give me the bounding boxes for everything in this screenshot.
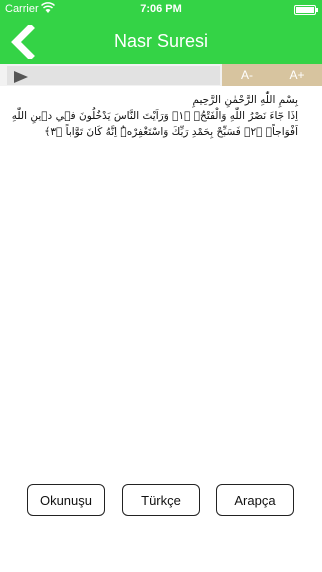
- page-title: Nasr Suresi: [113, 31, 209, 51]
- play-icon[interactable]: [14, 71, 28, 83]
- okunusu-button[interactable]: Okunuşu: [27, 484, 105, 516]
- audio-progress-bar[interactable]: [7, 66, 220, 85]
- font-decrease-button[interactable]: A-: [222, 64, 272, 86]
- navigation-bar: Nasr Suresi: [0, 20, 322, 64]
- arapca-button[interactable]: Arapça: [216, 484, 294, 516]
- arabic-text: بِسْمِ اللّٰهِ الرَّحْمٰنِ الرَّحِيمِ اِ…: [6, 92, 298, 140]
- battery-icon: [294, 5, 318, 15]
- battery-level: [296, 7, 314, 13]
- font-increase-button[interactable]: A+: [272, 64, 322, 86]
- basmala-line: بِسْمِ اللّٰهِ الرَّحْمٰنِ الرَّحِيمِ: [192, 94, 298, 106]
- turkce-button[interactable]: Türkçe: [122, 484, 200, 516]
- surah-text: اِذَا جَٓاءَ نَصْرُ اللّٰهِ وَالْفَتْحُۙ…: [11, 110, 298, 138]
- status-time: 7:06 PM: [140, 3, 182, 15]
- status-bar: Carrier 7:06 PM: [0, 0, 322, 20]
